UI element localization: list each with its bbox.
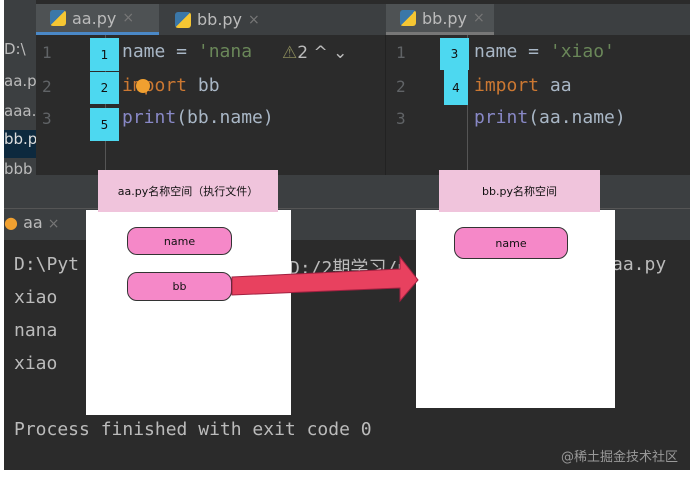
right-editor[interactable]: 1 2 3 name = 'xiao' import aa print(aa.n… [385, 35, 690, 175]
tab-aa-py[interactable]: aa.py × [36, 4, 159, 35]
run-icon: ● [4, 213, 18, 232]
step-badge: 5 [90, 108, 119, 141]
step-badge: 3 [440, 38, 469, 70]
python-file-icon [400, 10, 416, 26]
code-line-3: print(bb.name) [122, 107, 274, 128]
run-tab[interactable]: ● aa × [4, 213, 60, 232]
step-badge: 4 [444, 70, 468, 105]
left-editor[interactable]: 1 2 3 name = 'nana import bb print(bb.na… [36, 35, 385, 175]
aa-name-pill: name [127, 227, 232, 255]
console-command: D:\Pyt [14, 254, 80, 275]
console-line: nana [14, 320, 58, 341]
watermark: @稀土掘金技术社区 [560, 450, 678, 465]
aa-namespace-label: aa.py名称空间（执行文件） [98, 170, 278, 212]
step-badge: 1 [90, 38, 119, 71]
arrow-shape [231, 255, 419, 303]
close-icon: × [47, 216, 60, 232]
code-line-2: import aa [474, 75, 572, 96]
tab-bb-py-right[interactable]: bb.py × [386, 4, 494, 35]
prev-arrow-icon: ^ [313, 43, 328, 63]
warning-count: 2 [297, 43, 309, 63]
console-command-end: aa.py [612, 254, 667, 275]
sidebar-item-selected[interactable]: bb.p [4, 130, 36, 158]
sidebar-item[interactable]: aaa. [4, 102, 36, 120]
aa-bb-pill: bb [127, 272, 232, 301]
code-line-3: print(aa.name) [474, 107, 626, 128]
bb-namespace-label: bb.py名称空间 [439, 170, 600, 212]
console-line: xiao [14, 353, 58, 374]
console-line: xiao [14, 287, 58, 308]
line-number: 1 [42, 43, 52, 62]
code-line-1: name = 'xiao' [474, 41, 615, 62]
close-icon[interactable]: × [122, 10, 134, 26]
line-number: 1 [396, 43, 406, 62]
console-exit-line: Process finished with exit code 0 [14, 419, 372, 440]
warning-icon: ⚠ [282, 43, 298, 63]
lightbulb-icon[interactable] [136, 79, 150, 93]
editor-tab-bar: aa.py × bb.py × bb.py × [36, 4, 690, 35]
tab-bb-py[interactable]: bb.py × [161, 4, 281, 35]
line-number: 3 [42, 109, 52, 128]
line-number: 2 [42, 77, 52, 96]
code-line-1: name = 'nana [122, 41, 253, 62]
reference-arrow [231, 255, 419, 303]
line-number: 3 [396, 109, 406, 128]
next-arrow-icon: ⌄ [333, 43, 348, 63]
bb-name-pill: name [454, 227, 568, 259]
tab-label: aa.py [72, 8, 117, 28]
inspection-widget[interactable]: ⚠2 ^ ⌄ [282, 43, 347, 63]
tab-label: bb.py [197, 10, 243, 29]
close-icon[interactable]: × [473, 10, 485, 26]
python-file-icon [175, 11, 191, 28]
run-tab-label: aa [23, 213, 43, 232]
line-number: 2 [396, 77, 406, 96]
close-icon[interactable]: × [248, 12, 260, 28]
tab-label: bb.py [422, 8, 468, 28]
sidebar-item[interactable]: D:\ [4, 40, 36, 58]
python-file-icon [50, 10, 66, 26]
step-badge: 2 [90, 72, 119, 104]
sidebar-item[interactable]: aa.p [4, 72, 36, 90]
